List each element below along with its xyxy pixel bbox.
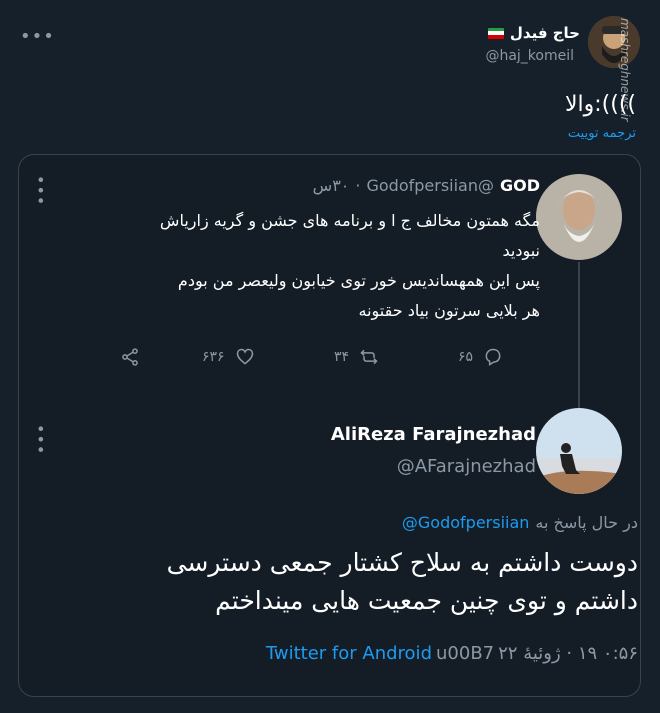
reply-count: ۶۵ — [458, 349, 474, 365]
more-horizontal-icon[interactable]: ••• — [20, 28, 55, 46]
reply-icon — [485, 348, 501, 366]
replying-to-row: در حال پاسخ به @Godofpersiian — [402, 513, 638, 532]
share-action[interactable] — [120, 347, 140, 367]
main-author-row: حاج فیدل — [487, 24, 580, 42]
retweet-icon — [360, 349, 378, 365]
alireza-tweet-line: دوست داشتم به سلاح کشتار جمعی دسترسی — [166, 548, 638, 577]
thread-connector-line — [578, 262, 580, 408]
god-tweet-line: مگه همتون مخالف ج ا و برنامه های جشن و گ… — [159, 211, 540, 230]
main-display-name[interactable]: حاج فیدل — [510, 24, 580, 42]
more-vertical-icon[interactable]: ••• — [31, 175, 50, 206]
god-tweet-line: پس این همهساندیس خور توی خیابون ولیعصر م… — [177, 271, 540, 290]
retweet-action[interactable]: ۳۴ — [334, 347, 379, 367]
alireza-display-name[interactable]: AliReza Farajnezhad — [331, 424, 536, 445]
god-handle[interactable]: @Godofpersiian — [366, 176, 494, 195]
iran-flag-icon — [487, 27, 504, 39]
alireza-tweet-line: داشتم و توی چنین جمعیت هایی مینداختم — [215, 586, 638, 615]
replying-to-handle[interactable]: @Godofpersiian — [402, 513, 530, 532]
god-tweet-line: نبودید — [502, 241, 540, 260]
god-display-name[interactable]: GOD — [500, 176, 540, 195]
alireza-tweet-text: دوست داشتم به سلاح کشتار جمعی دسترسی داش… — [58, 544, 638, 620]
retweet-count: ۳۴ — [334, 349, 350, 365]
god-avatar[interactable] — [536, 174, 622, 260]
avatar-image — [588, 16, 640, 68]
watermark-logo: mashreghnews.ir — [618, 18, 632, 122]
main-handle[interactable]: @haj_komeil — [485, 48, 574, 64]
tweet-timestamp[interactable]: ۰:۵۶ ۱۹ · ژوئیهٔ ۲۲ — [498, 643, 638, 664]
tweet-meta-row: ۰:۵۶ ۱۹ · ژوئیهٔ ۲۲ u00B7 Twitter for An… — [266, 643, 638, 664]
like-count: ۶۳۶ — [202, 349, 225, 365]
god-header-row: GOD @Godofpersiian · ۳۰س — [312, 176, 540, 195]
god-avatar-image — [536, 174, 622, 260]
like-action[interactable]: ۶۳۶ — [202, 347, 255, 367]
god-tweet-line: هر بلایی سرتون بیاد حقتونه — [358, 301, 541, 320]
alireza-avatar-image — [536, 408, 622, 494]
reply-action[interactable]: ۶۵ — [458, 347, 503, 367]
god-tweet-text: مگه همتون مخالف ج ا و برنامه های جشن و گ… — [60, 206, 540, 326]
tweet-client[interactable]: Twitter for Android — [266, 643, 432, 664]
replying-to-label: در حال پاسخ به — [535, 513, 638, 532]
alireza-avatar[interactable] — [536, 408, 622, 494]
heart-icon — [236, 348, 253, 365]
avatar[interactable] — [588, 16, 640, 68]
alireza-handle[interactable]: @AFarajnezhad — [397, 456, 536, 477]
more-vertical-icon-2[interactable]: ••• — [31, 424, 50, 455]
translate-tweet-link[interactable]: ترجمه توییت — [568, 126, 636, 141]
tweet-separator: u00B7 — [436, 643, 495, 664]
share-icon — [122, 348, 138, 366]
god-time[interactable]: ۳۰س — [313, 176, 350, 195]
